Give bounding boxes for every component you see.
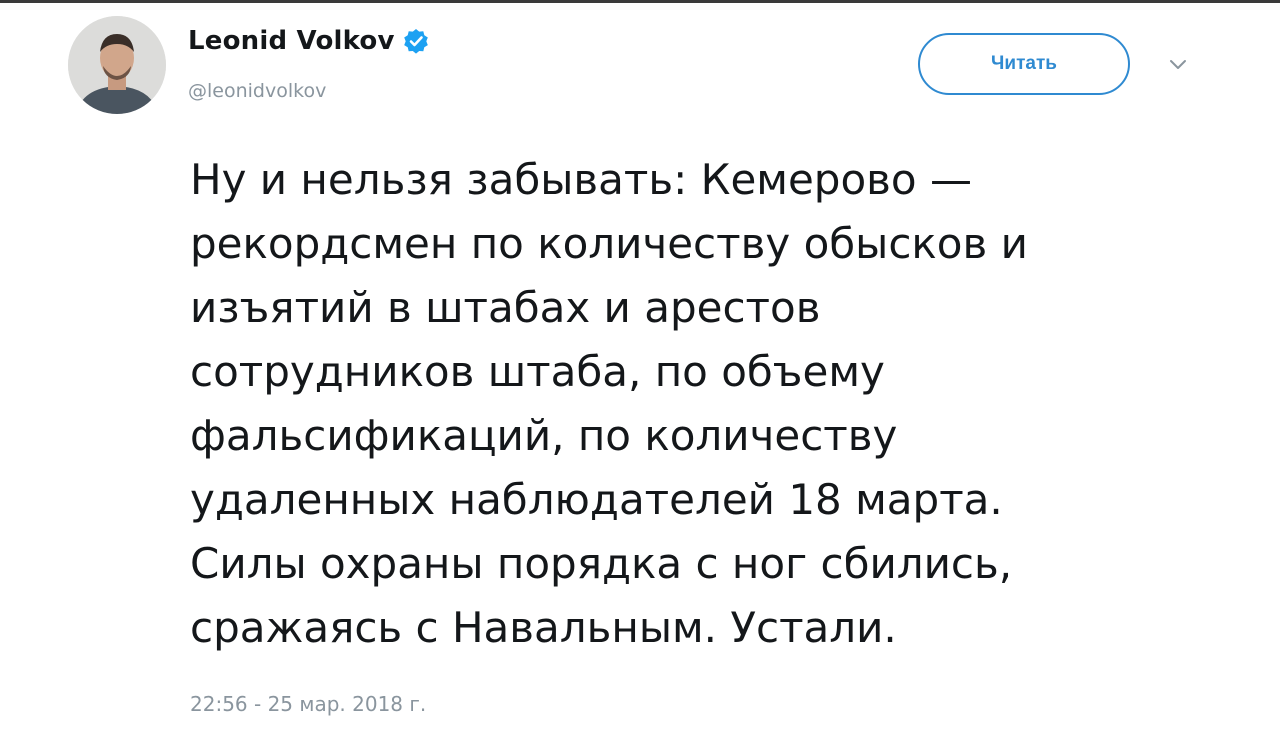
tweet-timestamp[interactable]: 22:56 - 25 мар. 2018 г. xyxy=(190,692,426,716)
chevron-down-icon[interactable] xyxy=(1168,56,1188,70)
tweet-text: Ну и нельзя забывать: Кемерово — рекордс… xyxy=(190,155,1028,652)
avatar[interactable] xyxy=(68,16,166,114)
top-border xyxy=(0,0,1280,3)
follow-button[interactable]: Читать xyxy=(918,33,1130,95)
user-avatar-icon xyxy=(68,16,166,114)
verified-badge-icon xyxy=(403,28,429,54)
author-display-name[interactable]: Leonid Volkov xyxy=(188,26,395,56)
author-handle[interactable]: @leonidvolkov xyxy=(188,80,326,102)
author-name-row: Leonid Volkov xyxy=(188,26,429,56)
